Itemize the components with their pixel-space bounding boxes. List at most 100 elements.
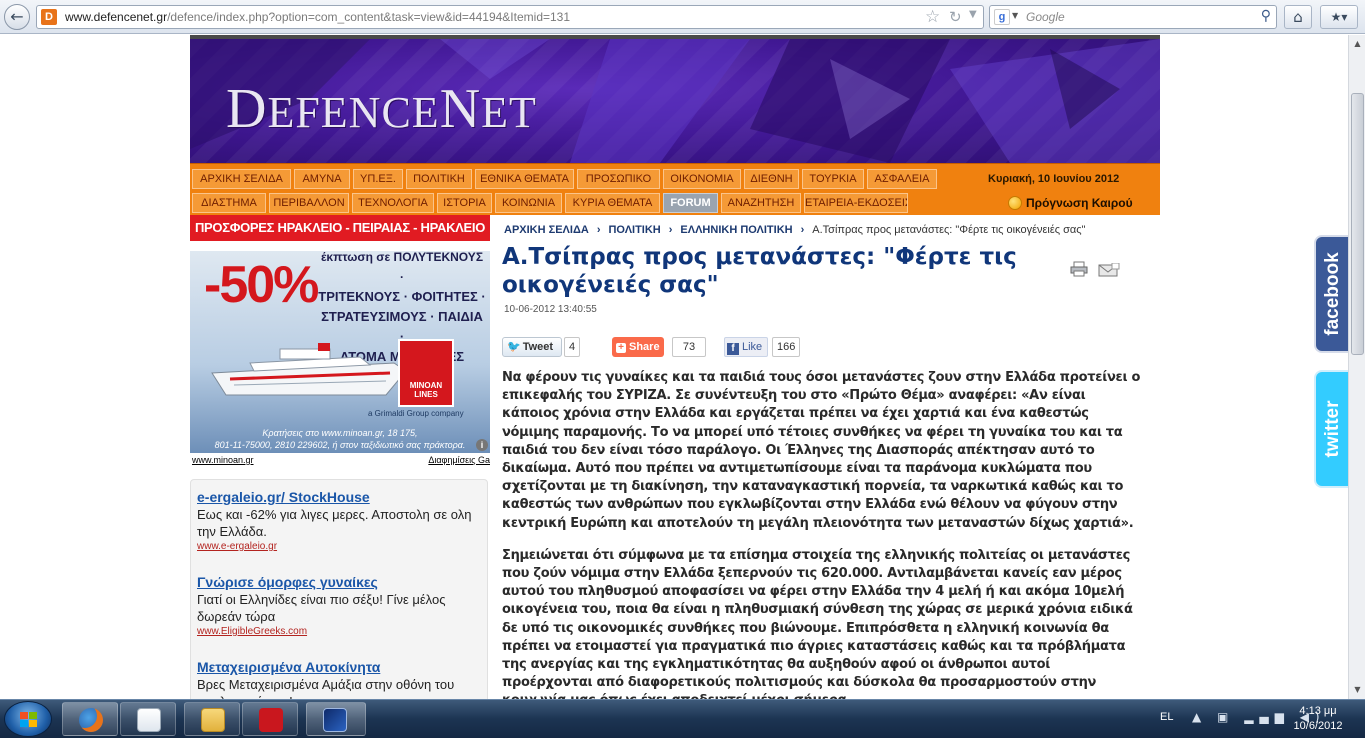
url-text[interactable]: www.defencenet.gr/defence/index.php?opti… xyxy=(65,9,570,25)
like-count: 166 xyxy=(772,337,801,357)
menu-item[interactable]: ΑΜΥΝΑ xyxy=(294,169,350,189)
address-bar[interactable]: D www.defencenet.gr/defence/index.php?op… xyxy=(36,5,984,29)
menu-item[interactable]: ΔΙΑΣΤΗΜΑ xyxy=(192,193,266,213)
text-ad-desc: Εως και -62% για λιγες μερες. Αποστολη σ… xyxy=(197,507,472,539)
print-icon[interactable] xyxy=(1070,261,1088,277)
text-ad-desc: Γιατί οι Ελληνίδες είναι πιο σέξυ! Γίνε … xyxy=(197,592,446,624)
weather-link[interactable]: Πρόγνωση Καιρού xyxy=(1008,195,1133,211)
media-player-taskbar-button[interactable] xyxy=(120,702,176,736)
minoan-link[interactable]: www.minoan.gr xyxy=(192,454,254,466)
menu-item[interactable]: ΑΡΧΙΚΗ ΣΕΛΙΔΑ xyxy=(192,169,291,189)
search-icon[interactable]: ⚲ xyxy=(1261,8,1271,24)
url-domain: www.defencenet.gr xyxy=(65,10,168,24)
breadcrumb-separator: › xyxy=(668,224,673,236)
language-indicator[interactable]: EL xyxy=(1160,711,1173,723)
breadcrumb-politics[interactable]: ΠΟΛΙΤΙΚΗ xyxy=(608,223,660,237)
reload-icon[interactable]: ↻ xyxy=(949,8,962,26)
article-body: Να φέρουν τις γυναίκες και τα παιδιά του… xyxy=(502,369,1142,699)
site-date: Κυριακή, 10 Ιουνίου 2012 xyxy=(988,173,1120,185)
like-button[interactable]: f Like xyxy=(724,337,768,357)
acrobat-icon xyxy=(259,708,283,732)
bookmarks-icon[interactable]: ★▾ xyxy=(1320,5,1358,29)
firefox-icon xyxy=(79,708,103,732)
text-ad-title[interactable]: Μεταχειρισμένα Αυτοκίνητα xyxy=(197,658,481,676)
menu-row-1: ΑΡΧΙΚΗ ΣΕΛΙΔΑ ΑΜΥΝΑ ΥΠ.ΕΞ. ΠΟΛΙΤΙΚΗ ΕΘΝΙ… xyxy=(192,169,937,189)
menu-item[interactable]: ΑΣΦΑΛΕΙΑ xyxy=(867,169,937,189)
minoan-logo: MINOAN LINES xyxy=(398,339,454,407)
menu-item[interactable]: ΠΟΛΙΤΙΚΗ xyxy=(406,169,472,189)
windows-logo-icon xyxy=(20,712,37,727)
facebook-tab-label: facebook xyxy=(1322,252,1343,336)
text-ad[interactable]: Μεταχειρισμένα Αυτοκίνητα Βρες Μεταχειρι… xyxy=(197,658,481,699)
menu-item[interactable]: ΤΕΧΝΟΛΟΓΙΑ xyxy=(352,193,434,213)
tweet-count: 4 xyxy=(564,337,581,357)
menu-row-2: ΔΙΑΣΤΗΜΑ ΠΕΡΙΒΑΛΛΟΝ ΤΕΧΝΟΛΟΓΙΑ ΙΣΤΟΡΙΑ Κ… xyxy=(192,193,908,213)
menu-item[interactable]: ΠΡΟΣΩΠΙΚΟ xyxy=(577,169,660,189)
folder-icon xyxy=(201,708,225,732)
menu-item[interactable]: ΙΣΤΟΡΙΑ xyxy=(437,193,492,213)
scroll-up-icon[interactable]: ▲ xyxy=(1351,37,1364,51)
defencenet-icon xyxy=(323,708,347,732)
menu-item[interactable]: ΤΟΥΡΚΙΑ xyxy=(802,169,864,189)
google-icon[interactable]: g xyxy=(994,9,1010,25)
ad-line: έκπτωση σε ΠΟΛΥΤΕΚΝΟΥΣ · xyxy=(320,250,484,284)
ad-info-icon[interactable]: i xyxy=(476,439,488,451)
twitter-tab[interactable]: twitter xyxy=(1314,370,1348,488)
site-logo[interactable]: DEFENCENET xyxy=(226,77,537,141)
menu-item[interactable]: ΟΙΚΟΝΟΜΙΑ xyxy=(663,169,741,189)
firefox-taskbar-button[interactable] xyxy=(62,702,118,736)
clock-date: 10/6/2012 xyxy=(1293,720,1343,732)
text-ad-title[interactable]: e-ergaleio.gr/ StockHouse xyxy=(197,488,481,506)
menu-item-forum[interactable]: FORUM xyxy=(663,193,718,213)
menu-item[interactable]: ΚΥΡΙΑ ΘΕΜΑΤΑ xyxy=(565,193,660,213)
share-count: 73 xyxy=(672,337,706,357)
breadcrumb-home[interactable]: ΑΡΧΙΚΗ ΣΕΛΙΔΑ xyxy=(504,223,589,237)
left-column: ΠΡΟΣΦΟΡΕΣ ΗΡΑΚΛΕΙΟ - ΠΕΙΡΑΙΑΣ - ΗΡΑΚΛΕΙΟ… xyxy=(190,215,492,699)
back-icon[interactable]: ← xyxy=(4,4,30,30)
share-button[interactable]: + Share xyxy=(612,337,664,357)
text-ad-title[interactable]: Γνώρισε όμορφες γυναίκες xyxy=(197,573,481,591)
text-ad-url[interactable]: www.EligibleGreeks.com xyxy=(197,625,481,638)
breadcrumb-current: Α.Τσίπρας προς μετανάστες: "Φέρτε τις οι… xyxy=(812,224,1086,236)
text-ads: e-ergaleio.gr/ StockHouse Εως και -62% γ… xyxy=(190,479,488,699)
text-ad-url[interactable]: www.e-ergaleio.gr xyxy=(197,540,481,553)
star-icon[interactable]: ☆ xyxy=(925,7,940,27)
explorer-taskbar-button[interactable] xyxy=(184,702,240,736)
start-button[interactable] xyxy=(4,701,52,737)
share-label: Share xyxy=(629,341,660,353)
text-ad[interactable]: Γνώρισε όμορφες γυναίκες Γιατί οι Ελληνί… xyxy=(197,573,481,638)
google-ads-link[interactable]: Διαφημίσεις Ga xyxy=(428,454,490,466)
facebook-tab[interactable]: facebook xyxy=(1314,235,1348,353)
ad-line: ΤΡΙΤΕΚΝΟΥΣ · ΦΟΙΤΗΤΕΣ · xyxy=(318,289,486,304)
engine-dropdown-icon[interactable]: ▼ xyxy=(1012,11,1018,20)
defencenet-taskbar-button[interactable] xyxy=(306,702,366,736)
scroll-down-icon[interactable]: ▼ xyxy=(1351,683,1364,697)
menu-item[interactable]: ΕΘΝΙΚΑ ΘΕΜΑΤΑ xyxy=(475,169,574,189)
system-tray: EL ▲ ▣ ▂▄▆ ◀) 4:13 μμ 10/6/2012 xyxy=(1150,700,1365,738)
home-icon[interactable]: ⌂ xyxy=(1284,5,1312,29)
menu-item[interactable]: ΚΟΙΝΩΝΙΑ xyxy=(495,193,562,213)
menu-item[interactable]: ΕΤΑΙΡΕΙΑ-ΕΚΔΟΣΕΙΣ xyxy=(804,193,908,213)
vertical-scrollbar[interactable]: ▲ ▼ xyxy=(1348,35,1365,699)
ad-grimaldi: a Grimaldi Group company xyxy=(368,409,464,418)
twitter-bird-icon: 🐦 xyxy=(507,341,521,353)
search-bar[interactable]: g ▼ Google ⚲ xyxy=(989,5,1277,29)
acrobat-taskbar-button[interactable] xyxy=(242,702,298,736)
search-input[interactable]: Google xyxy=(1026,9,1065,25)
go-icon[interactable]: ▼ xyxy=(969,9,977,20)
breadcrumb-greek-politics[interactable]: ΕΛΛΗΝΙΚΗ ΠΟΛΙΤΙΚΗ xyxy=(680,223,792,237)
menu-item[interactable]: ΔΙΕΘΝΗ xyxy=(744,169,799,189)
scroll-thumb[interactable] xyxy=(1351,93,1364,355)
clock[interactable]: 4:13 μμ 10/6/2012 xyxy=(1286,704,1350,734)
tweet-button[interactable]: 🐦 Tweet xyxy=(502,337,562,357)
menu-item[interactable]: ΠΕΡΙΒΑΛΛΟΝ xyxy=(269,193,349,213)
article-paragraph: Να φέρουν τις γυναίκες και τα παιδιά του… xyxy=(502,370,1141,531)
minoan-ad[interactable]: ΠΡΟΣΦΟΡΕΣ ΗΡΑΚΛΕΙΟ - ΠΕΙΡΑΙΑΣ - ΗΡΑΚΛΕΙΟ… xyxy=(190,215,490,453)
menu-item[interactable]: ΥΠ.ΕΞ. xyxy=(353,169,403,189)
ad-footer: Κρατήσεις στο www.minoan.gr, 18 175, 801… xyxy=(190,427,490,451)
text-ad[interactable]: e-ergaleio.gr/ StockHouse Εως και -62% γ… xyxy=(197,488,481,553)
facebook-icon: f xyxy=(727,343,739,355)
breadcrumb-separator: › xyxy=(800,224,805,236)
email-icon[interactable] xyxy=(1098,263,1120,277)
menu-item[interactable]: ΑΝΑΖΗΤΗΣΗ xyxy=(721,193,801,213)
